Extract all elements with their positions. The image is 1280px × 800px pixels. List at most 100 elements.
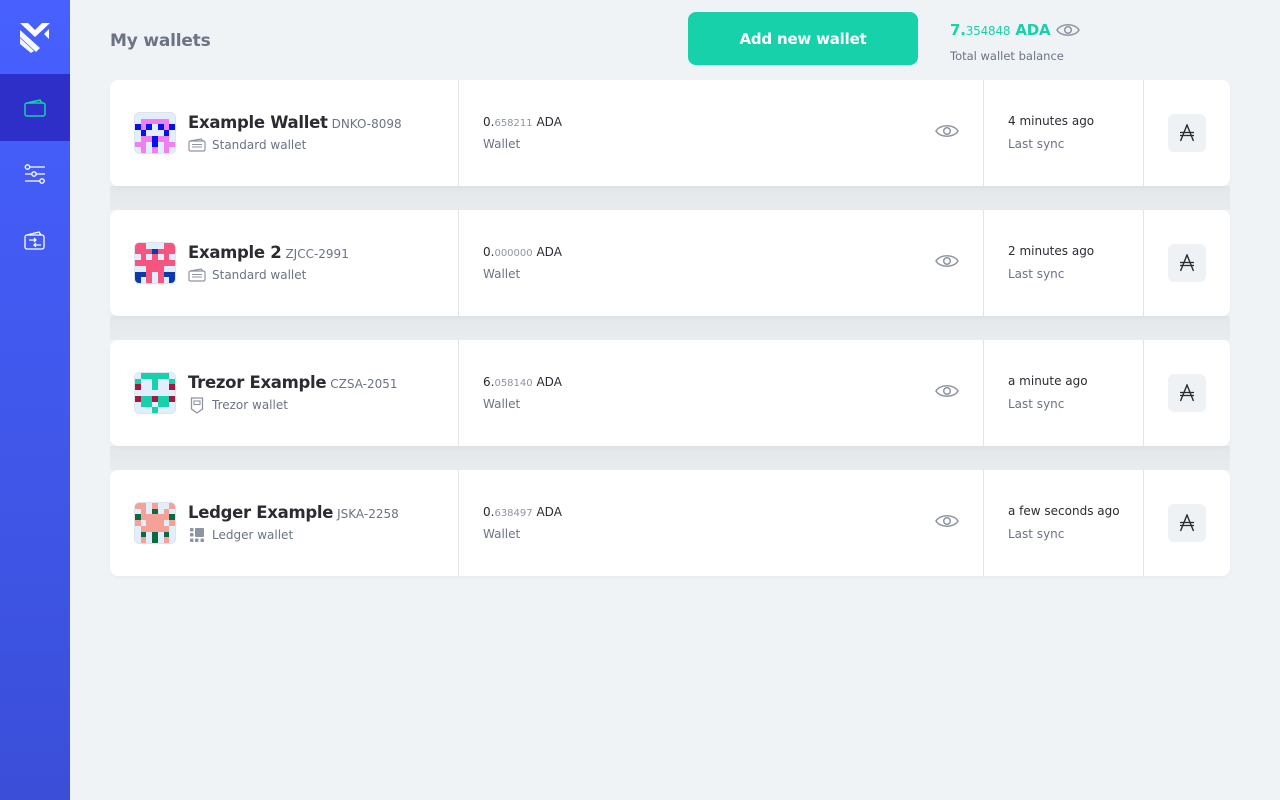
wallet-plate: JSKA-2258 bbox=[337, 507, 399, 521]
wallet-row[interactable]: Ledger Example JSKA-2258 Ledger wallet 0.… bbox=[110, 470, 1230, 576]
wallet-row[interactable]: Example 2 ZJCC-2991 Standard wallet 0.000… bbox=[110, 210, 1230, 340]
wallet-name: Example 2 ZJCC-2991 bbox=[188, 243, 349, 262]
ada-wallet-button[interactable] bbox=[1168, 504, 1206, 542]
wallet-row[interactable]: Trezor Example CZSA-2051 Trezor wallet 6.… bbox=[110, 340, 1230, 470]
wallet-balance: 6.058140 ADA bbox=[483, 375, 562, 389]
wallet-plate: ZJCC-2991 bbox=[285, 247, 349, 261]
total-balance-label: Total wallet balance bbox=[950, 49, 1064, 63]
eye-icon bbox=[935, 385, 959, 397]
sidebar-item-settings[interactable] bbox=[0, 140, 70, 207]
column-divider bbox=[1143, 210, 1144, 316]
trezor-icon bbox=[188, 396, 206, 414]
wallet-type: Standard wallet bbox=[188, 137, 306, 153]
identicon-cell bbox=[169, 407, 175, 413]
app-logo[interactable] bbox=[0, 0, 70, 74]
wallet-type: Ledger wallet bbox=[188, 527, 293, 543]
wallet-balance-integer: 6. bbox=[483, 375, 495, 389]
last-sync-time: 2 minutes ago bbox=[1008, 244, 1095, 258]
column-divider bbox=[458, 470, 459, 576]
identicon-cell bbox=[169, 277, 175, 283]
last-sync-time: a minute ago bbox=[1008, 374, 1088, 388]
wallet-balance-integer: 0. bbox=[483, 115, 495, 129]
wallet-plate: CZSA-2051 bbox=[330, 377, 398, 391]
ada-wallet-button[interactable] bbox=[1168, 374, 1206, 412]
total-balance-integer: 7. bbox=[950, 21, 966, 39]
standard-wallet-icon bbox=[188, 267, 206, 283]
wallet-name: Trezor Example CZSA-2051 bbox=[188, 373, 398, 392]
add-new-wallet-button[interactable]: Add new wallet bbox=[688, 12, 918, 65]
last-sync-label: Last sync bbox=[1008, 137, 1065, 151]
wallet-name: Example Wallet DNKO-8098 bbox=[188, 113, 402, 132]
wallet-balance-integer: 0. bbox=[483, 505, 495, 519]
wallet-plate: DNKO-8098 bbox=[331, 117, 402, 131]
last-sync-time: a few seconds ago bbox=[1008, 504, 1120, 518]
column-divider bbox=[458, 210, 459, 316]
wallet-balance-decimal: 000000 bbox=[494, 248, 533, 259]
ada-wallet-button[interactable] bbox=[1168, 244, 1206, 282]
wallet-balance-currency: ADA bbox=[536, 375, 562, 389]
ada-wallet-button[interactable] bbox=[1168, 114, 1206, 152]
wallet-name: Ledger Example JSKA-2258 bbox=[188, 503, 399, 522]
wallet-balance-decimal: 658211 bbox=[494, 118, 533, 129]
eye-icon bbox=[935, 515, 959, 527]
sliders-icon bbox=[24, 163, 45, 184]
wallet-type-label: Ledger wallet bbox=[212, 528, 294, 542]
wallet-identicon bbox=[134, 372, 176, 414]
column-divider bbox=[983, 340, 984, 446]
toggle-wallet-balance-visibility[interactable] bbox=[935, 253, 959, 273]
total-balance-decimal: 354848 bbox=[965, 24, 1011, 38]
wallet-type: Standard wallet bbox=[188, 267, 306, 283]
wallet-balance-label: Wallet bbox=[483, 397, 521, 411]
wallet-name-text: Example 2 bbox=[188, 243, 282, 262]
toggle-total-balance-visibility[interactable] bbox=[1056, 22, 1080, 42]
wallet-balance-currency: ADA bbox=[536, 505, 562, 519]
column-divider bbox=[1143, 470, 1144, 576]
last-sync-label: Last sync bbox=[1008, 397, 1065, 411]
sidebar-item-transfer[interactable] bbox=[0, 207, 70, 274]
wallet-type-label: Standard wallet bbox=[212, 268, 307, 282]
wallet-icon bbox=[24, 98, 46, 117]
wallet-balance-label: Wallet bbox=[483, 137, 521, 151]
wallet-balance-decimal: 058140 bbox=[494, 378, 533, 389]
wallet-balance-currency: ADA bbox=[536, 245, 562, 259]
wallet-balance-currency: ADA bbox=[536, 115, 562, 129]
last-sync-time: 4 minutes ago bbox=[1008, 114, 1095, 128]
ada-icon bbox=[1179, 384, 1195, 402]
wallet-balance: 0.000000 ADA bbox=[483, 245, 562, 259]
page-title: My wallets bbox=[110, 31, 211, 51]
ada-icon bbox=[1179, 124, 1195, 142]
transfer-icon bbox=[24, 230, 45, 250]
sidebar-item-wallets[interactable] bbox=[0, 74, 70, 141]
toggle-wallet-balance-visibility[interactable] bbox=[935, 123, 959, 143]
eye-icon bbox=[935, 255, 959, 267]
column-divider bbox=[458, 80, 459, 186]
wallet-name-text: Ledger Example bbox=[188, 503, 334, 522]
standard-wallet-icon bbox=[188, 137, 206, 153]
total-balance-currency: ADA bbox=[1015, 21, 1051, 39]
wallet-type-label: Trezor wallet bbox=[212, 398, 288, 412]
wallet-balance-label: Wallet bbox=[483, 527, 521, 541]
logo-icon bbox=[20, 23, 50, 53]
last-sync-label: Last sync bbox=[1008, 527, 1065, 541]
wallet-type: Trezor wallet bbox=[188, 396, 288, 414]
column-divider bbox=[983, 210, 984, 316]
wallet-row[interactable]: Example Wallet DNKO-8098 Standard wallet … bbox=[110, 80, 1230, 210]
ada-icon bbox=[1179, 254, 1195, 272]
total-wallet-balance: 7.354848 ADA bbox=[950, 21, 1051, 39]
column-divider bbox=[458, 340, 459, 446]
wallet-balance: 0.638497 ADA bbox=[483, 505, 562, 519]
sidebar bbox=[0, 0, 70, 800]
column-divider bbox=[1143, 340, 1144, 446]
wallet-name-text: Trezor Example bbox=[188, 373, 327, 392]
toggle-wallet-balance-visibility[interactable] bbox=[935, 513, 959, 533]
wallet-identicon bbox=[134, 242, 176, 284]
wallet-identicon bbox=[134, 112, 176, 154]
last-sync-label: Last sync bbox=[1008, 267, 1065, 281]
ada-icon bbox=[1179, 514, 1195, 532]
column-divider bbox=[1143, 80, 1144, 186]
identicon-cell bbox=[169, 537, 175, 543]
toggle-wallet-balance-visibility[interactable] bbox=[935, 383, 959, 403]
wallet-balance-decimal: 638497 bbox=[494, 508, 533, 519]
wallet-balance-integer: 0. bbox=[483, 245, 495, 259]
ledger-icon bbox=[188, 527, 206, 543]
